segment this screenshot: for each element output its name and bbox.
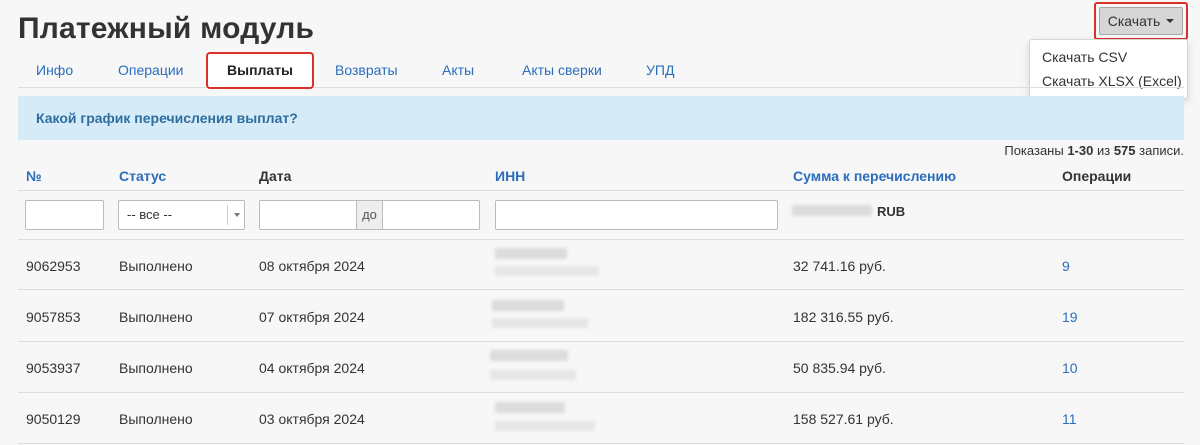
date-from-input[interactable]	[259, 200, 357, 230]
tab-bar: Инфо Операции Выплаты Возвраты Акты Акты…	[18, 52, 1184, 89]
info-banner: Какой график перечисления выплат?	[18, 96, 1184, 140]
column-header-number[interactable]: №	[26, 168, 42, 184]
tab-acts[interactable]: Акты	[442, 52, 474, 88]
page-title: Платежный модуль	[18, 12, 315, 45]
row-4-inn-redacted	[495, 402, 565, 413]
row-3-status: Выполнено	[119, 360, 193, 376]
row-divider	[18, 392, 1184, 393]
row-2-number: 9057853	[26, 309, 81, 325]
tab-operations[interactable]: Операции	[118, 52, 184, 88]
amount-filter-redacted	[792, 205, 872, 216]
payout-schedule-link[interactable]: Какой график перечисления выплат?	[36, 110, 298, 126]
row-4-number: 9050129	[26, 411, 81, 427]
row-1-operations-link[interactable]: 9	[1062, 258, 1070, 274]
row-1-status: Выполнено	[119, 258, 193, 274]
column-header-date: Дата	[259, 168, 292, 184]
tab-reconciliation-acts[interactable]: Акты сверки	[522, 52, 602, 88]
row-4-company-redacted	[495, 421, 595, 431]
row-1-inn-redacted	[495, 248, 567, 259]
row-4-status: Выполнено	[119, 411, 193, 427]
row-3-number: 9053937	[26, 360, 81, 376]
row-2-date: 07 октября 2024	[259, 309, 365, 325]
row-divider	[18, 289, 1184, 290]
chevron-down-icon	[234, 213, 240, 217]
records-suffix: записи.	[1135, 143, 1184, 158]
records-range: 1-30	[1067, 143, 1094, 158]
records-prefix: Показаны	[1004, 143, 1068, 158]
records-middle: из	[1093, 143, 1114, 158]
row-divider	[18, 341, 1184, 342]
records-summary: Показаны 1-30 из 575 записи.	[1004, 143, 1184, 158]
download-button-label: Скачать	[1107, 13, 1161, 29]
row-2-company-redacted	[492, 318, 588, 328]
download-button[interactable]: Скачать	[1099, 7, 1183, 35]
currency-label: RUB	[877, 204, 906, 219]
status-filter-select[interactable]: -- все --	[118, 200, 245, 230]
row-1-company-redacted	[495, 266, 599, 276]
date-to-label: до	[357, 200, 382, 230]
row-2-status: Выполнено	[119, 309, 193, 325]
caret-down-icon	[1166, 19, 1175, 23]
row-4-date: 03 октября 2024	[259, 411, 365, 427]
row-3-date: 04 октября 2024	[259, 360, 365, 376]
row-3-operations-link[interactable]: 10	[1062, 360, 1078, 376]
number-filter-input[interactable]	[25, 200, 104, 230]
row-2-operations-link[interactable]: 19	[1062, 309, 1078, 325]
row-1-date: 08 октября 2024	[259, 258, 365, 274]
inn-filter-input[interactable]	[495, 200, 778, 230]
select-divider	[227, 205, 228, 225]
row-1-number: 9062953	[26, 258, 81, 274]
tab-refunds[interactable]: Возвраты	[335, 52, 398, 88]
records-total: 575	[1113, 143, 1136, 158]
tab-payouts[interactable]: Выплаты	[206, 52, 315, 89]
column-header-operations: Операции	[1062, 168, 1132, 184]
filter-divider	[18, 239, 1184, 240]
date-to-input[interactable]	[382, 200, 480, 230]
row-2-inn-redacted	[492, 300, 564, 311]
tab-upd[interactable]: УПД	[646, 52, 674, 88]
tab-info[interactable]: Инфо	[36, 52, 73, 88]
row-3-amount: 50 835.94 руб.	[793, 360, 886, 376]
row-divider	[18, 443, 1184, 444]
download-button-highlight: Скачать	[1094, 2, 1188, 40]
column-header-status[interactable]: Статус	[119, 168, 166, 184]
row-4-operations-link[interactable]: 11	[1062, 411, 1077, 427]
row-2-amount: 182 316.55 руб.	[793, 309, 894, 325]
row-3-company-redacted	[490, 370, 576, 380]
row-3-inn-redacted	[490, 350, 568, 361]
column-header-inn[interactable]: ИНН	[495, 168, 525, 184]
header-divider	[18, 190, 1184, 191]
status-filter-value: -- все --	[127, 207, 173, 222]
row-1-amount: 32 741.16 руб.	[793, 258, 886, 274]
row-4-amount: 158 527.61 руб.	[793, 411, 894, 427]
column-header-amount[interactable]: Сумма к перечислению	[793, 168, 956, 184]
